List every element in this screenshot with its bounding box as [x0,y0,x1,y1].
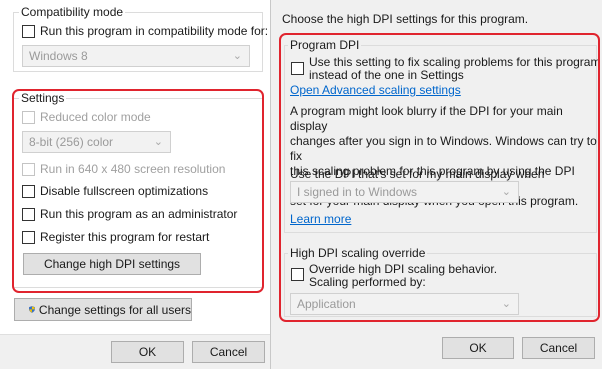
change-all-users-label: Change settings for all users [38,302,191,317]
right-ok-button[interactable]: OK [442,337,514,359]
compat-group-title: Compatibility mode [19,5,126,19]
compat-mode-label: Run this program in compatibility mode f… [40,24,269,38]
compat-mode-checkbox[interactable] [22,24,35,38]
compatibility-properties-panel: Compatibility mode Run this program in c… [0,0,270,369]
dialog-heading: Choose the high DPI settings for this pr… [282,12,529,26]
uac-shield-icon [29,306,35,313]
compat-os-value: Windows 8 [29,49,88,63]
dpi-settings-highlight [279,33,600,322]
compat-os-select[interactable]: Windows 8 ⌄ [22,45,250,67]
right-cancel-button[interactable]: Cancel [522,337,595,359]
left-ok-button[interactable]: OK [111,341,184,363]
left-cancel-button[interactable]: Cancel [192,341,265,363]
high-dpi-settings-dialog: Choose the high DPI settings for this pr… [270,0,602,369]
compat-mode-checkbox-row[interactable]: Run this program in compatibility mode f… [22,23,268,39]
settings-highlight [12,89,264,293]
change-all-users-button[interactable]: Change settings for all users [14,298,192,321]
chevron-down-icon: ⌄ [232,50,242,62]
